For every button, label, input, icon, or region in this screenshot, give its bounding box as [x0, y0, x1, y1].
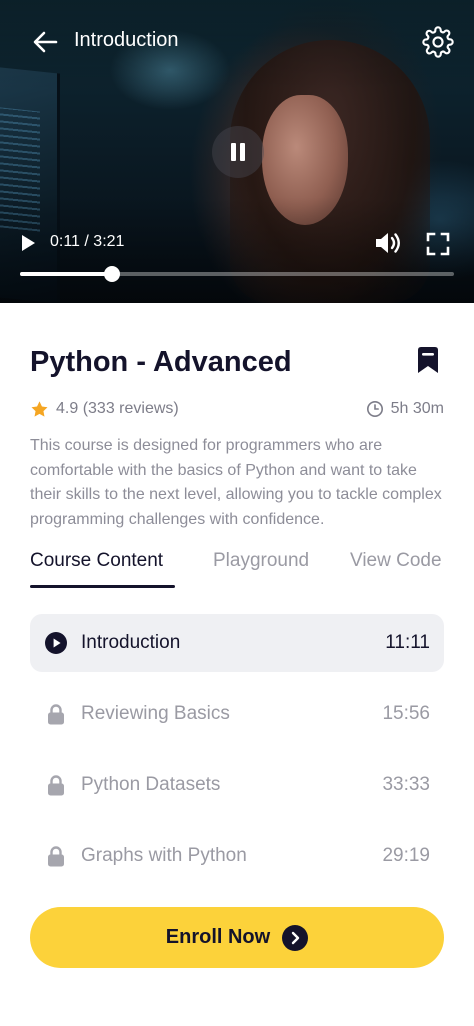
lesson-duration: 29:19 [382, 845, 430, 866]
course-title: Python - Advanced [30, 346, 292, 378]
lesson-row[interactable]: Introduction 11:11 [30, 614, 444, 672]
lock-icon [48, 704, 64, 725]
play-circle-icon [45, 632, 67, 654]
tab-view-code[interactable]: View Code [350, 550, 442, 572]
course-description: This course is designed for programmers … [30, 437, 442, 528]
back-arrow-icon[interactable] [28, 28, 62, 56]
video-top-bar: Introduction [0, 20, 474, 64]
clock-icon [366, 400, 383, 418]
lesson-name: Introduction [81, 632, 181, 653]
lock-icon [48, 775, 64, 796]
video-player[interactable]: Introduction 0:11 / 3:21 [0, 0, 474, 303]
active-tab-indicator [30, 585, 175, 588]
lesson-name: Reviewing Basics [81, 703, 230, 724]
lesson-duration: 33:33 [382, 774, 430, 795]
lesson-duration: 11:11 [385, 632, 430, 653]
pause-bar-right [240, 143, 245, 161]
play-icon[interactable] [18, 233, 38, 253]
rating-reviews: (333 reviews) [82, 400, 179, 417]
lesson-name: Graphs with Python [81, 845, 247, 866]
bookmark-icon[interactable] [416, 346, 440, 374]
course-rating: 4.9 (333 reviews) [30, 398, 179, 420]
enroll-now-button[interactable]: Enroll Now [30, 907, 444, 968]
lesson-row[interactable]: Graphs with Python 29:19 [30, 827, 444, 885]
video-progress-fill [20, 272, 113, 276]
tab-course-content[interactable]: Course Content [30, 550, 163, 572]
lesson-row[interactable]: Python Datasets 33:33 [30, 756, 444, 814]
volume-icon[interactable] [374, 230, 402, 256]
pause-icon[interactable] [212, 126, 264, 178]
gear-icon[interactable] [422, 26, 454, 58]
lesson-name: Python Datasets [81, 774, 221, 795]
lesson-duration: 15:56 [382, 703, 430, 724]
video-title: Introduction [74, 29, 179, 51]
lesson-row[interactable]: Reviewing Basics 15:56 [30, 685, 444, 743]
lock-icon [48, 846, 64, 867]
duration-value: 5h 30m [390, 400, 444, 417]
pause-bar-left [231, 143, 236, 161]
tab-playground[interactable]: Playground [213, 550, 309, 572]
fullscreen-icon[interactable] [426, 232, 450, 256]
chevron-right-circle-icon [282, 924, 309, 951]
video-progress-bar[interactable] [20, 266, 454, 282]
course-duration: 5h 30m [366, 398, 444, 420]
rating-value: 4.9 [56, 400, 79, 417]
content-tabs: Course Content Playground View Code [0, 550, 474, 590]
enroll-label: Enroll Now [165, 926, 271, 948]
star-icon [31, 400, 48, 417]
video-time: 0:11 / 3:21 [50, 233, 125, 250]
